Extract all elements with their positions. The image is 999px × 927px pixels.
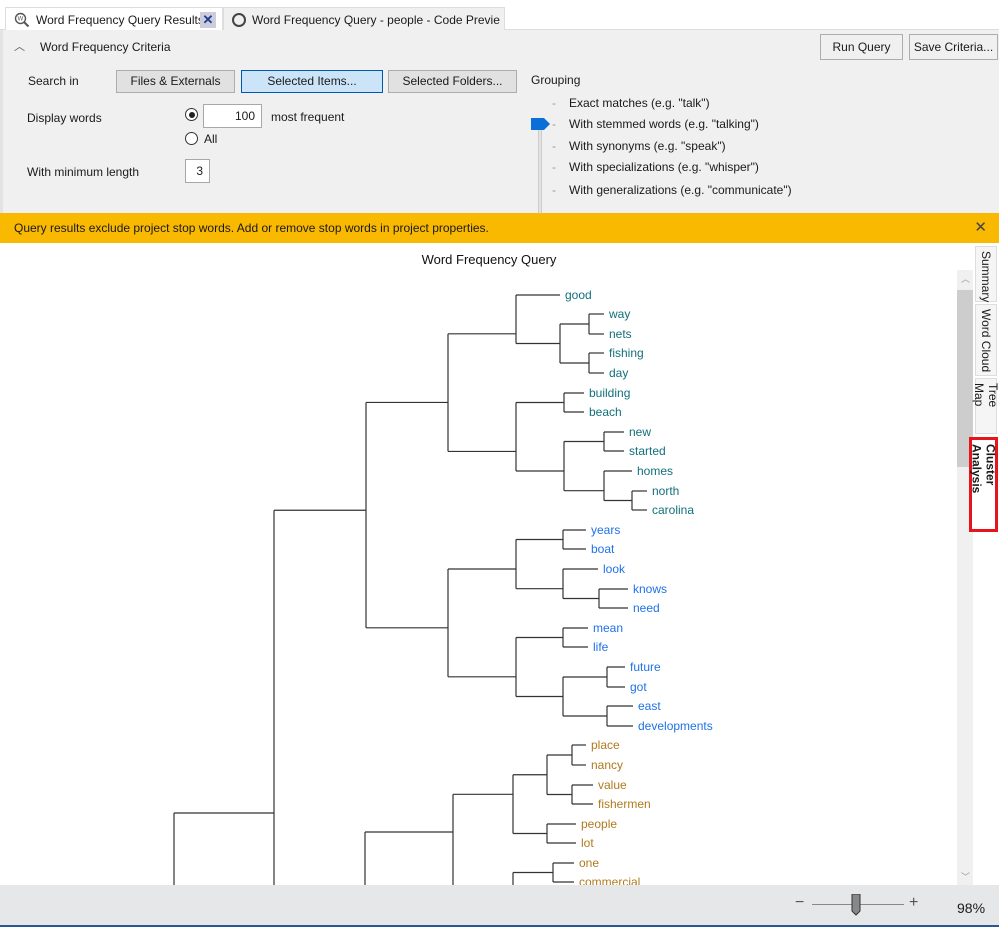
circle-icon [232, 12, 246, 27]
leaf-label-carolina: carolina [652, 503, 694, 517]
criteria-panel: ︿ Word Frequency Criteria Run Query Save… [0, 30, 999, 222]
grouping-option[interactable]: With specializations (e.g. "whisper") [569, 160, 759, 174]
tab-word-frequency-query-results[interactable]: W Word Frequency Query Results ✕ [5, 7, 223, 31]
leaf-label-nets: nets [609, 327, 632, 341]
save-criteria-button[interactable]: Save Criteria... [909, 34, 998, 60]
leaf-label-fishing: fishing [609, 346, 644, 360]
tab-label: Word Frequency Query Results [36, 12, 204, 27]
selected-folders-button[interactable]: Selected Folders... [388, 70, 517, 93]
tab-label: Word Frequency Query - people - Code Pre… [252, 12, 500, 27]
leaf-label-future: future [630, 660, 661, 674]
grouping-option[interactable]: With generalizations (e.g. "communicate"… [569, 183, 792, 197]
side-tab-cluster-analysis[interactable]: Cluster Analysis [969, 437, 998, 532]
chart-title: Word Frequency Query [422, 252, 557, 267]
grouping-slider-thumb[interactable] [531, 118, 551, 130]
side-tab-summary[interactable]: Summary [975, 246, 997, 302]
leaf-label-look: look [603, 562, 626, 576]
most-frequent-radio[interactable] [185, 108, 198, 121]
display-count-input[interactable]: 100 [203, 104, 262, 128]
leaf-label-north: north [652, 484, 679, 498]
leaf-label-started: started [629, 444, 666, 458]
leaf-label-boat: boat [591, 542, 615, 556]
leaf-label-developments: developments [638, 719, 713, 733]
leaf-label-homes: homes [637, 464, 673, 478]
status-bar: − + 98% [0, 885, 999, 927]
criteria-title: Word Frequency Criteria [40, 40, 171, 54]
scroll-up-icon[interactable]: ︿ [961, 272, 970, 285]
run-query-button[interactable]: Run Query [820, 34, 903, 60]
leaf-label-people: people [581, 817, 617, 831]
leaf-label-got: got [630, 680, 647, 694]
leaf-label-knows: knows [633, 582, 667, 596]
leaf-label-place: place [591, 738, 620, 752]
scroll-down-icon[interactable]: ﹀ [961, 870, 970, 883]
leaf-label-value: value [598, 778, 627, 792]
search-in-label: Search in [28, 74, 79, 88]
cluster-analysis-chart: Word Frequency Query good way nets fishing d… [3, 243, 957, 885]
stop-words-banner: Query results exclude project stop words… [0, 213, 999, 243]
zoom-level: 98% [957, 900, 986, 916]
side-tab-word-cloud[interactable]: Word Cloud [975, 304, 997, 376]
leaf-label-good: good [565, 288, 592, 302]
query-results-icon: W [14, 12, 30, 27]
leaf-label-day: day [609, 366, 628, 380]
grouping-tick: - [552, 139, 556, 153]
close-banner-icon[interactable]: ✕ [974, 213, 987, 243]
svg-text:W: W [18, 16, 24, 22]
min-length-input[interactable]: 3 [185, 159, 210, 183]
leaf-label-life: life [593, 640, 609, 654]
min-length-label: With minimum length [27, 165, 140, 179]
leaf-label-need: need [633, 601, 660, 615]
close-tab-icon[interactable]: ✕ [200, 12, 216, 28]
banner-text: Query results exclude project stop words… [14, 221, 489, 235]
all-label: All [204, 132, 218, 146]
leaf-label-fishermen: fishermen [598, 797, 651, 811]
tab-code-preview[interactable]: Word Frequency Query - people - Code Pre… [223, 7, 505, 31]
grouping-option[interactable]: Exact matches (e.g. "talk") [569, 96, 710, 110]
leaf-label-lot: lot [581, 836, 594, 850]
grouping-slider-track[interactable] [538, 128, 542, 222]
all-radio[interactable] [185, 132, 198, 145]
tab-bar: W Word Frequency Query Results ✕ Word Fr… [0, 0, 999, 31]
grouping-option[interactable]: With synonyms (e.g. "speak") [569, 139, 726, 153]
leaf-label-way: way [608, 307, 630, 321]
files-externals-button[interactable]: Files & Externals [116, 70, 235, 93]
leaf-label-one: one [579, 856, 599, 870]
zoom-slider-thumb[interactable] [851, 894, 861, 916]
dendrogram: Word Frequency Query good way nets fishing d… [173, 252, 713, 885]
leaf-label-new: new [629, 425, 651, 439]
selected-items-button[interactable]: Selected Items... [241, 70, 383, 93]
leaf-label-years: years [591, 523, 620, 537]
display-words-label: Display words [27, 111, 102, 125]
leaf-label-east: east [638, 699, 661, 713]
leaf-label-mean: mean [593, 621, 623, 635]
grouping-tick: - [552, 183, 556, 197]
collapse-chevron-icon[interactable]: ︿ [14, 38, 25, 54]
leaf-label-nancy: nancy [591, 758, 623, 772]
side-tab-tree-map[interactable]: Tree Map [972, 378, 999, 434]
most-frequent-label: most frequent [271, 110, 345, 124]
grouping-tick: - [552, 160, 556, 174]
grouping-tick: - [552, 96, 556, 110]
grouping-label: Grouping [531, 73, 581, 87]
grouping-tick: - [552, 117, 556, 131]
leaf-label-beach: beach [589, 405, 622, 419]
leaf-label-commercial: commercial [579, 875, 640, 885]
zoom-in-button[interactable]: + [909, 894, 918, 912]
zoom-out-button[interactable]: − [795, 894, 804, 912]
grouping-option[interactable]: With stemmed words (e.g. "talking") [569, 117, 759, 131]
leaf-label-building: building [589, 386, 630, 400]
